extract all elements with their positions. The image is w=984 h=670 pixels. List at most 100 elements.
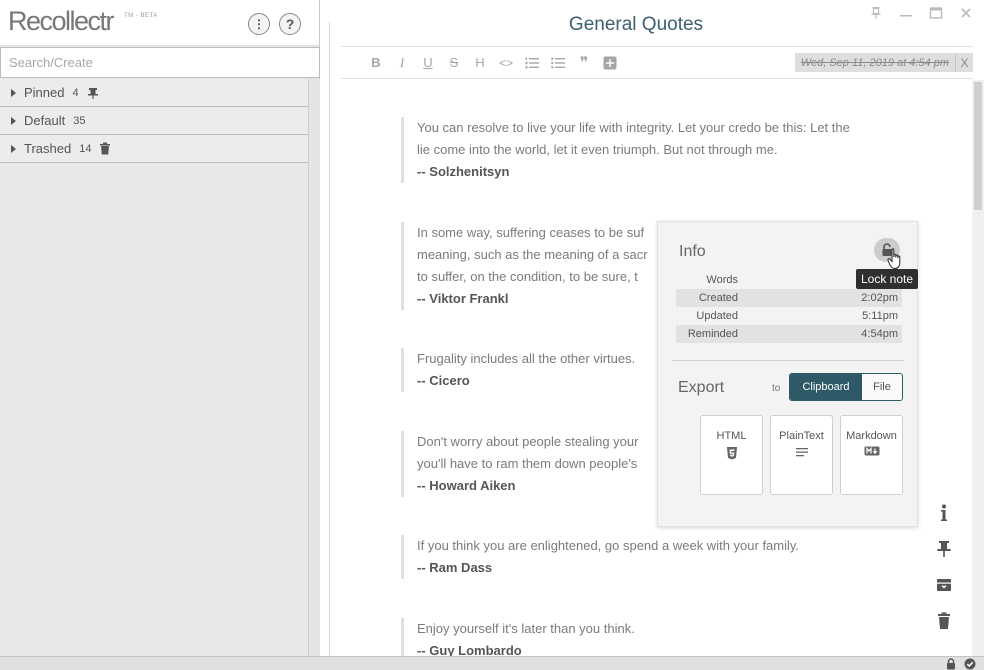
sidebar: Recollectr TM - BETA ⋮ ? Pinned 4 Defaul… xyxy=(0,0,320,656)
hand-cursor-icon xyxy=(887,248,901,270)
stat-value: 4:54pm xyxy=(861,328,898,340)
sync-check-icon[interactable] xyxy=(964,658,976,670)
code-button[interactable]: <> xyxy=(493,53,519,73)
expand-triangle-icon[interactable] xyxy=(11,116,16,125)
format-label: Markdown xyxy=(846,430,897,442)
stat-label: Words xyxy=(706,274,738,286)
numbered-list-icon xyxy=(525,57,539,68)
reminder-badge[interactable]: Wed, Sep 11, 2019 at 4:54 pm X xyxy=(794,53,973,72)
app-logo: Recollectr xyxy=(8,6,115,36)
notebook-default[interactable]: Default 35 xyxy=(0,107,308,135)
notebook-count: 4 xyxy=(72,86,79,99)
editor-scrollbar[interactable] xyxy=(972,80,984,656)
stat-updated: Updated 5:11pm xyxy=(676,307,902,325)
archive-button[interactable] xyxy=(934,575,954,595)
html5-icon xyxy=(701,446,762,460)
search-box xyxy=(0,47,320,78)
archive-icon xyxy=(937,579,951,591)
stat-label: Created xyxy=(698,292,738,304)
sidebar-scrollbar[interactable] xyxy=(308,79,320,656)
stat-value: 5:11pm xyxy=(862,310,898,322)
quote-text-line: Enjoy yourself it's later than you think… xyxy=(417,621,635,636)
delete-button[interactable] xyxy=(934,611,954,631)
logo-badge: TM - BETA xyxy=(124,13,158,19)
plus-box-icon xyxy=(603,56,617,69)
file-button[interactable]: File xyxy=(862,374,902,400)
text-lines-icon xyxy=(771,446,832,458)
lock-icon[interactable] xyxy=(946,658,956,670)
export-html-button[interactable]: HTML xyxy=(700,415,763,495)
quote-text-line: You can resolve to live your life with i… xyxy=(417,120,850,135)
export-plaintext-button[interactable]: PlainText xyxy=(770,415,833,495)
export-markdown-button[interactable]: Markdown xyxy=(840,415,903,495)
stat-created: Created 2:02pm xyxy=(676,289,902,307)
quote-author: -- Guy Lombardo xyxy=(417,643,522,656)
format-label: HTML xyxy=(716,430,747,442)
notebook-pinned[interactable]: Pinned 4 xyxy=(0,79,308,107)
italic-button[interactable]: I xyxy=(389,53,415,73)
export-to-label: to xyxy=(772,383,781,394)
expand-triangle-icon[interactable] xyxy=(11,88,16,97)
pin-window-icon[interactable] xyxy=(868,6,884,20)
heading-button[interactable]: H xyxy=(467,53,493,73)
quote-button[interactable]: ❞ xyxy=(571,53,597,73)
bullet-list-button[interactable] xyxy=(545,53,571,73)
clear-reminder-button[interactable]: X xyxy=(955,53,973,72)
notebook-count: 14 xyxy=(79,142,92,155)
notebook-count: 35 xyxy=(73,114,86,127)
window-controls xyxy=(868,6,974,20)
export-heading: Export xyxy=(678,379,725,396)
bullet-list-icon xyxy=(551,57,565,68)
bold-button[interactable]: B xyxy=(363,53,389,73)
pin-note-button[interactable] xyxy=(934,539,954,559)
help-button[interactable]: ? xyxy=(279,13,301,35)
notebook-trashed[interactable]: Trashed 14 xyxy=(0,135,308,163)
quote-text-line: lie come into the world, let it even tri… xyxy=(417,142,778,157)
stat-reminded: Reminded 4:54pm xyxy=(676,325,902,343)
quote-author: -- Ram Dass xyxy=(417,560,493,575)
info-heading: Info xyxy=(679,243,706,260)
insert-button[interactable] xyxy=(597,53,623,73)
expand-triangle-icon[interactable] xyxy=(11,144,16,153)
markdown-icon xyxy=(841,446,902,456)
pin-icon xyxy=(937,541,951,557)
format-label: PlainText xyxy=(779,430,824,442)
menu-button[interactable]: ⋮ xyxy=(248,13,270,35)
info-icon xyxy=(941,504,947,521)
quote-text-line: If you think you are enlightened, go spe… xyxy=(417,538,800,553)
numbered-list-button[interactable] xyxy=(519,53,545,73)
trash-icon xyxy=(938,612,950,629)
notebook-label: Trashed xyxy=(24,141,72,156)
info-panel: Info Words Created 2:02pm Updated 5:11pm… xyxy=(657,221,919,527)
underline-button[interactable]: U xyxy=(415,53,441,73)
divider xyxy=(329,22,330,656)
format-toolbar: B I U S H <> ❞ Wed, Sep 11, 2019 at 4:54… xyxy=(341,46,973,79)
info-button[interactable] xyxy=(934,503,954,523)
notebook-list: Pinned 4 Default 35 Trashed 14 xyxy=(0,79,308,163)
reminder-date: Wed, Sep 11, 2019 at 4:54 pm xyxy=(800,56,949,69)
status-bar xyxy=(0,656,984,670)
stat-label: Reminded xyxy=(687,328,738,340)
export-target-toggle: Clipboard File xyxy=(789,373,903,401)
quote-block: If you think you are enlightened, go spe… xyxy=(401,535,901,579)
notebook-label: Default xyxy=(24,113,66,128)
stat-label: Updated xyxy=(696,310,738,322)
status-icons xyxy=(946,658,976,670)
note-title[interactable]: General Quotes xyxy=(321,14,951,36)
search-input[interactable] xyxy=(1,48,319,77)
quote-block: Enjoy yourself it's later than you think… xyxy=(401,618,901,656)
trash-icon xyxy=(99,142,111,155)
lock-note-tooltip: Lock note xyxy=(856,269,919,289)
strikethrough-button[interactable]: S xyxy=(441,53,467,73)
separator xyxy=(672,360,904,361)
quote-author: -- Solzhenitsyn xyxy=(417,164,510,179)
sidebar-header: Recollectr TM - BETA ⋮ ? xyxy=(0,0,319,46)
minimize-icon[interactable] xyxy=(898,6,914,20)
quote-block: You can resolve to live your life with i… xyxy=(401,117,901,183)
close-icon[interactable] xyxy=(958,6,974,20)
stat-value: 2:02pm xyxy=(861,292,898,304)
notebook-label: Pinned xyxy=(24,85,65,100)
scrollbar-thumb[interactable] xyxy=(974,82,982,210)
maximize-icon[interactable] xyxy=(928,6,944,20)
clipboard-button[interactable]: Clipboard xyxy=(790,374,862,400)
